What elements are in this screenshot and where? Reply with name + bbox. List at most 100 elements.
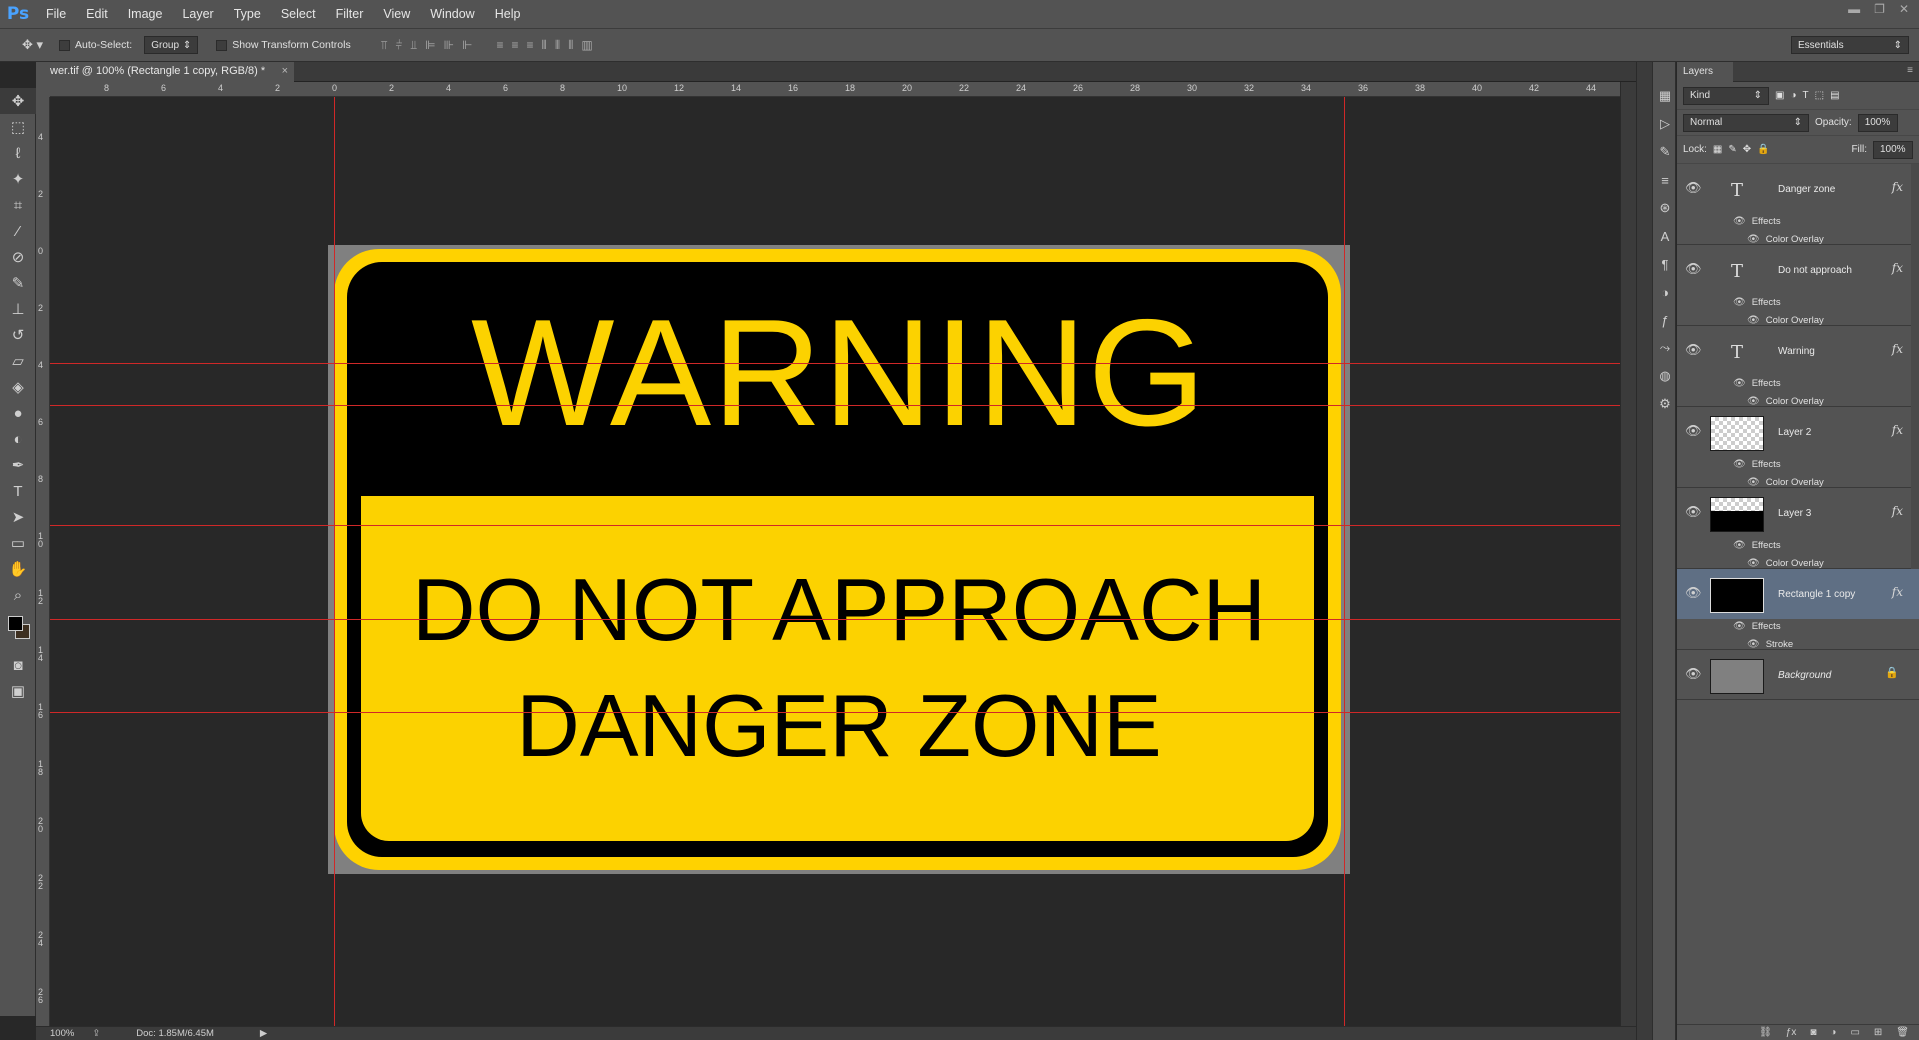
show-transform-checkbox[interactable]: [216, 39, 228, 51]
effects-eye-icon[interactable]: 👁: [1733, 297, 1746, 308]
lock-all-icon[interactable]: 🔒: [1757, 144, 1769, 155]
history-brush-tool-icon[interactable]: ↺: [0, 322, 36, 348]
guide-horizontal[interactable]: [50, 363, 1620, 364]
effects-eye-icon[interactable]: 👁: [1733, 621, 1746, 632]
distribute-hcenter-icon[interactable]: ⦀: [555, 38, 560, 53]
workspace-dropdown[interactable]: Essentials ⇕: [1791, 36, 1909, 54]
delete-layer-icon[interactable]: 🗑: [1896, 1027, 1909, 1038]
effects-eye-icon[interactable]: 👁: [1733, 216, 1746, 227]
layer-row-danger-zone[interactable]: 👁 T Danger zone fx 👁 Effects 👁 Color Overl…: [1677, 164, 1919, 245]
layer-name[interactable]: Danger zone: [1778, 184, 1835, 195]
effect-name[interactable]: Color Overlay: [1766, 558, 1824, 569]
vertical-ruler[interactable]: 4 2 0 2 4 6 8 10 12 14 16 18 20 22 24 26: [36, 97, 50, 1027]
actions-panel-icon[interactable]: ▷: [1653, 110, 1677, 138]
filter-smart-object-icon[interactable]: ▤: [1830, 90, 1839, 101]
move-tool-icon[interactable]: ✥: [0, 88, 36, 114]
distribute-right-icon[interactable]: ⦀: [568, 38, 573, 53]
effect-eye-icon[interactable]: 👁: [1747, 639, 1760, 650]
effect-eye-icon[interactable]: 👁: [1747, 234, 1760, 245]
menu-edit[interactable]: Edit: [76, 7, 118, 21]
menu-help[interactable]: Help: [485, 7, 531, 21]
properties-panel-icon[interactable]: ⚙: [1653, 390, 1677, 418]
layer-name[interactable]: Layer 2: [1778, 427, 1811, 438]
menu-type[interactable]: Type: [224, 7, 271, 21]
menu-file[interactable]: File: [36, 7, 76, 21]
add-style-icon[interactable]: ƒx: [1786, 1027, 1797, 1038]
fx-icon[interactable]: fx: [1892, 342, 1903, 356]
effect-name[interactable]: Color Overlay: [1766, 396, 1824, 407]
layer-row-layer-3[interactable]: 👁 Layer 3 fx 👁 Effects 👁 Color Overlay: [1677, 488, 1919, 569]
layers-scrollbar[interactable]: [1911, 245, 1919, 326]
guide-horizontal[interactable]: [50, 712, 1620, 713]
lock-pixels-icon[interactable]: ✎: [1728, 144, 1736, 155]
fx-icon[interactable]: fx: [1892, 585, 1903, 599]
effects-eye-icon[interactable]: 👁: [1733, 459, 1746, 470]
guide-vertical[interactable]: [1344, 97, 1345, 1026]
effect-name[interactable]: Stroke: [1766, 639, 1793, 650]
paragraph-panel-icon[interactable]: ¶: [1653, 250, 1677, 278]
layer-name[interactable]: Layer 3: [1778, 508, 1811, 519]
align-left-icon[interactable]: ⊫: [425, 38, 435, 53]
layers-scrollbar[interactable]: [1911, 164, 1919, 245]
fx-icon[interactable]: fx: [1892, 423, 1903, 437]
filter-shape-icon[interactable]: ⬚: [1815, 90, 1824, 101]
visibility-eye-icon[interactable]: 👁: [1685, 342, 1702, 358]
blend-mode-dropdown[interactable]: Normal ⇕: [1683, 113, 1809, 132]
canvas-vertical-scrollbar[interactable]: [1620, 82, 1636, 1026]
panel-menu-icon[interactable]: ≡: [1907, 65, 1913, 76]
align-top-icon[interactable]: ⫪: [381, 38, 388, 53]
fill-field[interactable]: 100%: [1873, 140, 1913, 159]
layer-row-rectangle-1-copy[interactable]: 👁 Rectangle 1 copy fx 👁 Effects 👁 Stroke: [1677, 569, 1919, 650]
menu-filter[interactable]: Filter: [326, 7, 374, 21]
styles-panel-icon[interactable]: ƒ: [1653, 306, 1677, 334]
guide-horizontal[interactable]: [50, 619, 1620, 620]
effect-eye-icon[interactable]: 👁: [1747, 396, 1760, 407]
align-bottom-icon[interactable]: ⫫: [410, 38, 417, 53]
history-panel-icon[interactable]: ▦: [1653, 82, 1677, 110]
character-panel-icon[interactable]: A: [1653, 222, 1677, 250]
layers-scrollbar[interactable]: [1911, 488, 1919, 569]
layers-scrollbar[interactable]: [1911, 326, 1919, 407]
brush-tool-icon[interactable]: ✎: [0, 270, 36, 296]
filter-adjustment-icon[interactable]: ◑: [1790, 90, 1796, 101]
eraser-tool-icon[interactable]: ▱: [0, 348, 36, 374]
new-group-icon[interactable]: ▭: [1850, 1027, 1859, 1038]
auto-select-dropdown[interactable]: Group ⇕: [144, 36, 199, 54]
lasso-tool-icon[interactable]: ℓ: [0, 140, 36, 166]
restore-icon[interactable]: ❐: [1874, 2, 1885, 16]
export-icon[interactable]: ⇪: [92, 1028, 100, 1039]
fx-icon[interactable]: fx: [1892, 180, 1903, 194]
new-adjustment-icon[interactable]: ◑: [1830, 1027, 1836, 1038]
link-layers-icon[interactable]: ⛓: [1759, 1027, 1772, 1038]
filter-type-icon[interactable]: T: [1803, 90, 1809, 101]
minimize-icon[interactable]: ▬: [1848, 2, 1860, 16]
status-menu-arrow-icon[interactable]: ▶: [260, 1028, 267, 1039]
channels-panel-icon[interactable]: ◍: [1653, 362, 1677, 390]
brush-panel-icon[interactable]: ✎: [1653, 138, 1677, 166]
layer-row-background[interactable]: 👁 Background 🔒: [1677, 650, 1919, 700]
tab-layers[interactable]: Layers: [1677, 62, 1733, 82]
visibility-eye-icon[interactable]: 👁: [1685, 180, 1702, 196]
auto-select-checkbox[interactable]: [59, 39, 71, 51]
effect-eye-icon[interactable]: 👁: [1747, 558, 1760, 569]
layer-row-layer-2[interactable]: 👁 Layer 2 fx 👁 Effects 👁 Color Overlay: [1677, 407, 1919, 488]
visibility-eye-icon[interactable]: 👁: [1685, 504, 1702, 520]
path-selection-tool-icon[interactable]: ➤: [0, 504, 36, 530]
align-right-icon[interactable]: ⊩: [462, 38, 472, 53]
menu-layer[interactable]: Layer: [172, 7, 223, 21]
adjustments-panel-icon[interactable]: ◑: [1653, 278, 1677, 306]
effects-eye-icon[interactable]: 👁: [1733, 540, 1746, 551]
guide-horizontal[interactable]: [50, 525, 1620, 526]
fx-icon[interactable]: fx: [1892, 261, 1903, 275]
layer-row-do-not-approach[interactable]: 👁 T Do not approach fx 👁 Effects 👁 Color O…: [1677, 245, 1919, 326]
close-document-icon[interactable]: ×: [282, 65, 288, 77]
clone-source-icon[interactable]: ⊛: [1653, 194, 1677, 222]
magic-wand-tool-icon[interactable]: ✦: [0, 166, 36, 192]
menu-view[interactable]: View: [373, 7, 420, 21]
distribute-left-icon[interactable]: ⦀: [542, 38, 547, 53]
layer-name[interactable]: Do not approach: [1778, 265, 1852, 276]
layer-name[interactable]: Background: [1778, 670, 1831, 681]
visibility-eye-icon[interactable]: 👁: [1685, 585, 1702, 601]
move-tool-preset-icon[interactable]: ✥ ▾: [22, 37, 43, 53]
layer-name[interactable]: Rectangle 1 copy: [1778, 589, 1855, 600]
